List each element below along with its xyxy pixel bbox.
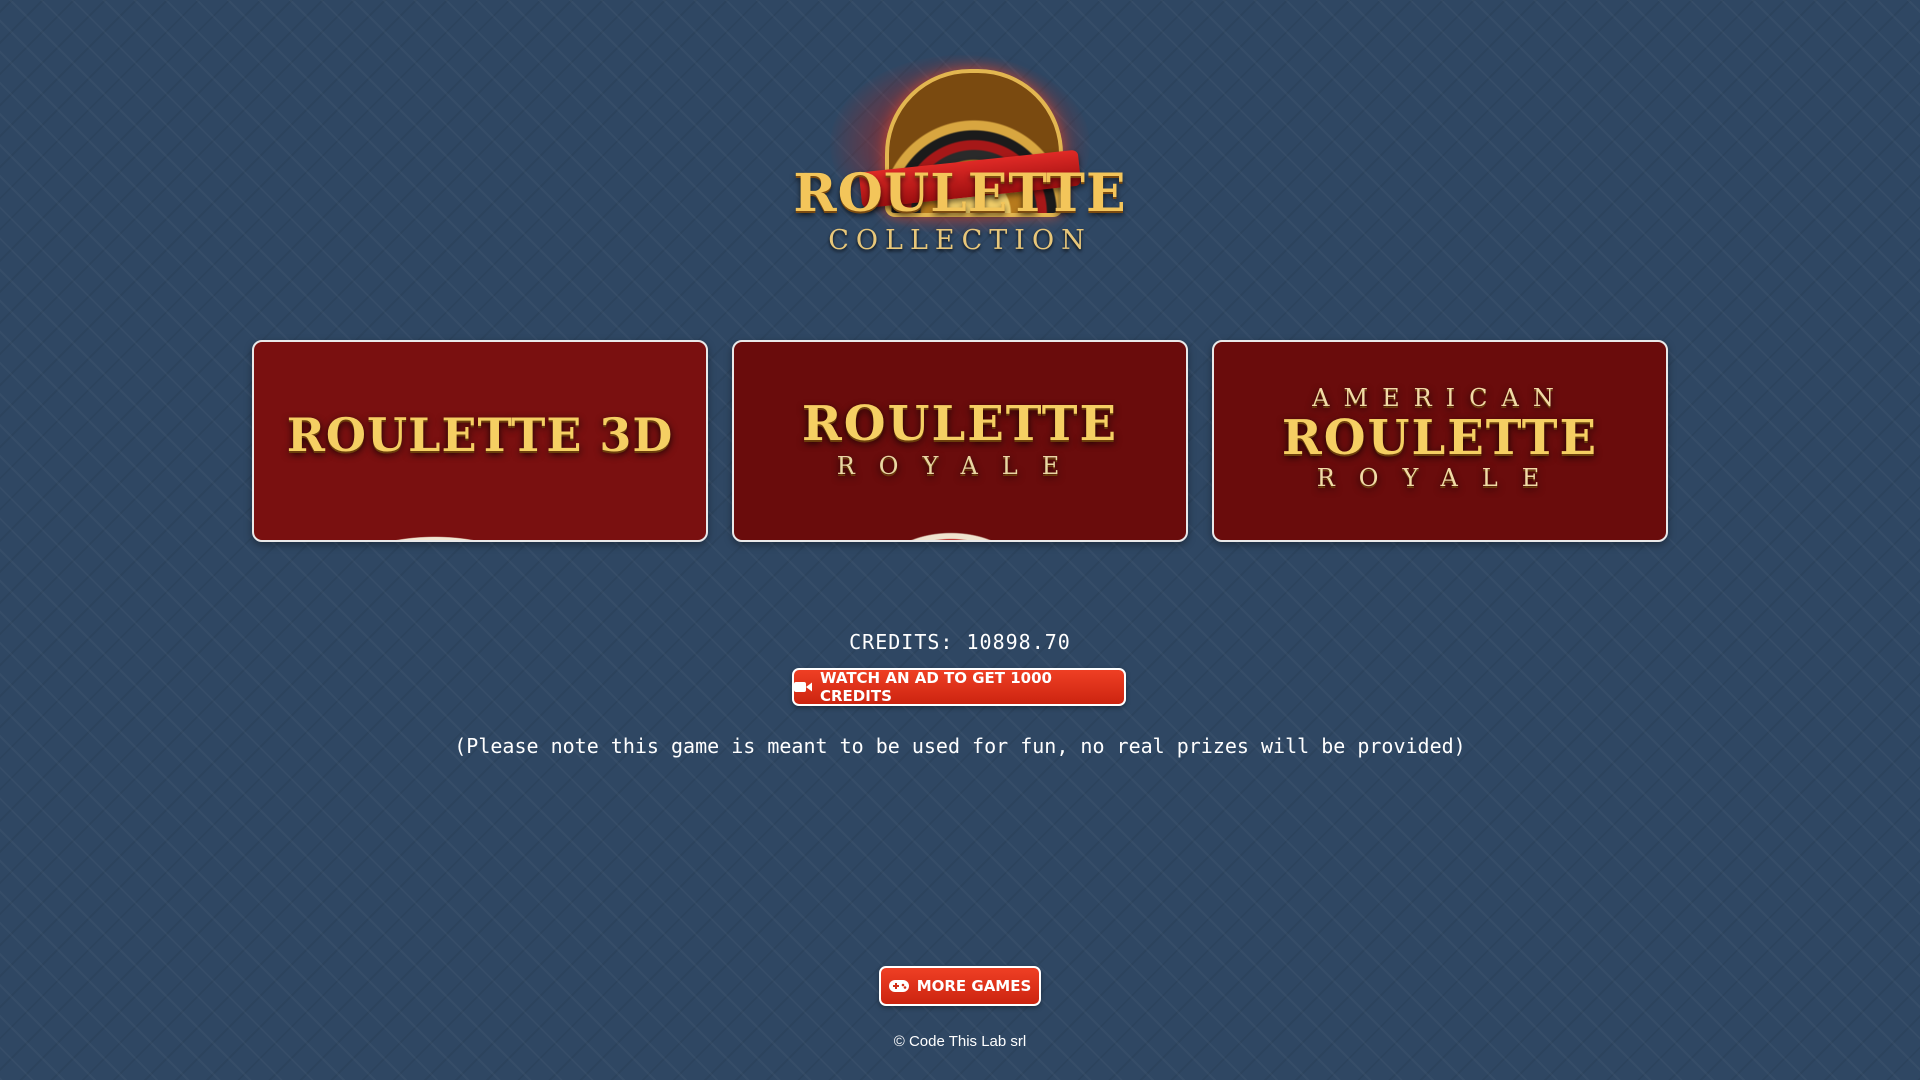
logo-subtitle: COLLECTION bbox=[828, 225, 1092, 256]
game-subtitle: ROYALE bbox=[836, 452, 1084, 480]
gamepad-icon bbox=[888, 980, 909, 992]
game-card-american-roulette-royale[interactable]: AMERICAN ROULETTE ROYALE bbox=[1212, 340, 1668, 542]
game-card-roulette-3d[interactable]: ROULETTE 3D bbox=[252, 340, 708, 542]
more-games-label: MORE GAMES bbox=[916, 977, 1032, 995]
disclaimer-note: (Please note this game is meant to be us… bbox=[454, 734, 1466, 758]
game-subtitle: ROYALE bbox=[1316, 464, 1564, 492]
game-card-roulette-royale[interactable]: ROULETTE ROYALE bbox=[732, 340, 1188, 542]
game-title: ROULETTE 3D bbox=[286, 408, 674, 462]
roulette-collection-logo: ROULETTE COLLECTION bbox=[790, 55, 1130, 265]
game-title: ROULETTE bbox=[801, 396, 1119, 452]
game-pretitle: AMERICAN bbox=[1312, 384, 1568, 412]
watch-ad-button[interactable]: WATCH AN AD TO GET 1000 CREDITS bbox=[792, 668, 1126, 706]
game-title: ROULETTE bbox=[1281, 410, 1599, 466]
video-camera-icon bbox=[794, 681, 812, 693]
watch-ad-label: WATCH AN AD TO GET 1000 CREDITS bbox=[820, 669, 1052, 705]
more-games-button[interactable]: MORE GAMES bbox=[879, 966, 1041, 1006]
game-selection: ROULETTE 3D ROULETTE ROYALE AMERICAN ROU… bbox=[252, 340, 1668, 542]
logo-title: ROULETTE bbox=[793, 163, 1127, 224]
copyright-text: © Code This Lab srl bbox=[893, 1033, 1027, 1050]
credits-display: CREDITS: 10898.70 bbox=[849, 630, 1071, 654]
